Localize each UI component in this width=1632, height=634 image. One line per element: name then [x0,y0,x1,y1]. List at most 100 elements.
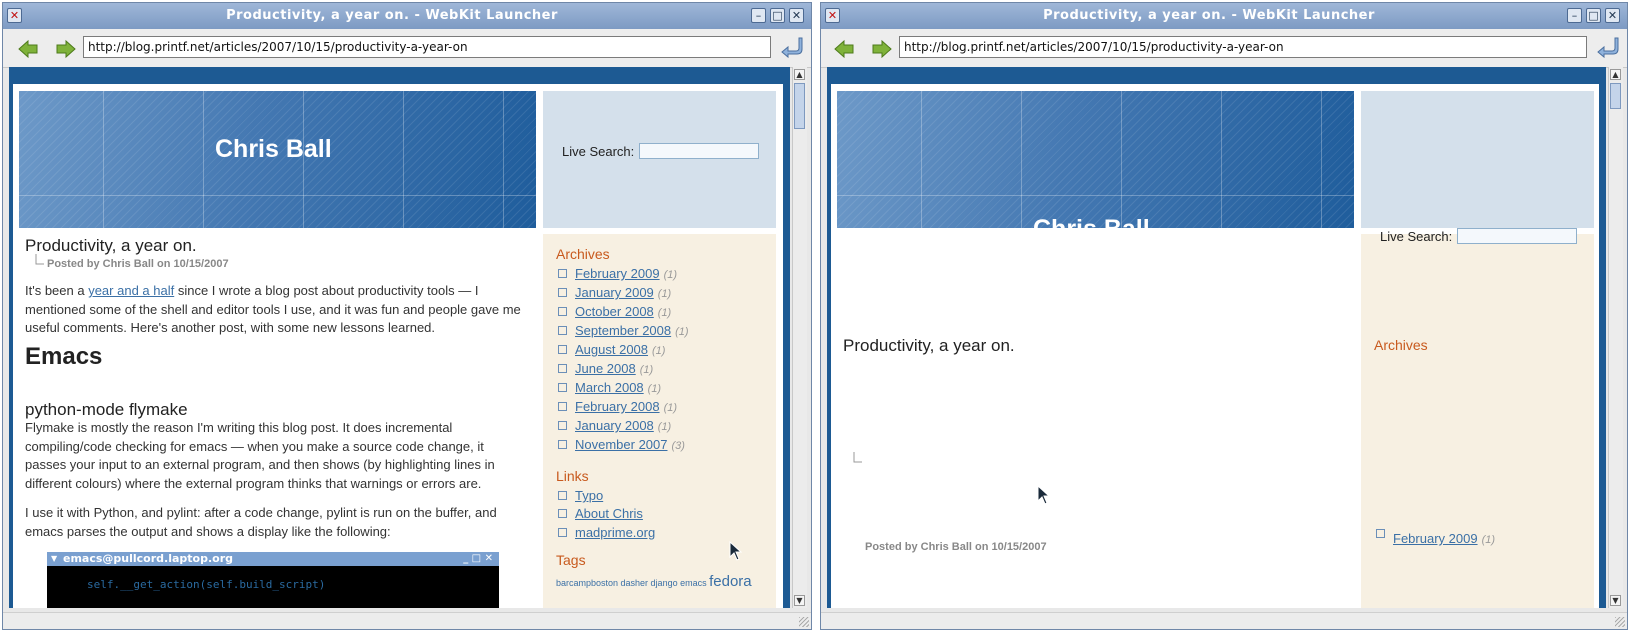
search-panel [1361,91,1594,228]
title-bar[interactable]: ✕ Productivity, a year on. - WebKit Laun… [3,3,811,29]
back-arrow-icon[interactable] [17,39,39,59]
archives-heading: Archives [556,246,610,262]
status-bar [821,612,1627,629]
url-input[interactable]: http://blog.printf.net/articles/2007/10/… [83,36,771,58]
archive-item[interactable]: November 2007 (3) [558,437,685,452]
resize-grip-icon[interactable] [799,617,809,627]
emacs-menu-icon: ▼ [51,554,58,563]
scroll-up-icon[interactable]: ▲ [1610,69,1621,80]
bullet-icon [558,288,567,298]
link-item[interactable]: madprime.org [558,525,655,540]
close-window-icon[interactable]: ✕ [789,8,804,23]
bullet-icon [558,528,567,538]
heading-emacs: Emacs [25,343,103,370]
page-body: Chris Ball Live Search: Productivity, a … [13,84,783,608]
archive-item[interactable]: February 2008 (1) [558,399,677,414]
mouse-cursor-icon [729,541,743,561]
flymake-paragraph: Flymake is mostly the reason I'm writing… [25,420,495,491]
link-item[interactable]: Typo [558,488,603,503]
posted-by: Posted by Chris Ball on 10/15/2007 [47,258,229,270]
resize-grip-icon[interactable] [1615,617,1625,627]
web-viewport[interactable]: Chris Ball Live Search: Productivity, a … [9,67,790,608]
live-search-input[interactable] [1457,228,1577,244]
bullet-icon [558,383,567,393]
go-enter-icon[interactable] [779,35,805,59]
archive-item[interactable]: January 2009 (1) [558,285,671,300]
emacs-title: emacs@pullcord.laptop.org [63,552,234,565]
archive-item[interactable]: February 2009 (1) [1376,529,1495,546]
close-icon[interactable]: ✕ [825,8,840,23]
scroll-thumb[interactable] [1610,83,1621,109]
posted-corner-icon [853,452,862,463]
toolbar: http://blog.printf.net/articles/2007/10/… [821,29,1627,68]
bullet-icon [1376,529,1385,539]
window-title: Productivity, a year on. - WebKit Launch… [1043,8,1375,23]
bullet-icon [558,421,567,431]
tag-fedora[interactable]: fedora [709,573,752,590]
archive-item[interactable]: September 2008 (1) [558,323,689,338]
minimize-icon[interactable]: – [751,8,766,23]
post-title[interactable]: Productivity, a year on. [843,336,1015,356]
intro-text-pre: It's been a [25,283,89,298]
tag-cloud[interactable]: barcampboston dasher django emacs fedora [556,573,752,590]
go-enter-icon[interactable] [1595,35,1621,59]
scroll-down-icon[interactable]: ▼ [794,595,805,606]
page-body: Chris Ball Live Search: Archives Februar… [831,84,1599,608]
forward-arrow-icon[interactable] [55,39,77,59]
mouse-cursor-icon [1037,485,1051,505]
heading-flymake: python-mode flymake [25,400,188,419]
bullet-icon [558,307,567,317]
scroll-down-icon[interactable]: ▼ [1610,595,1621,606]
scroll-thumb[interactable] [794,83,805,129]
search-panel: Live Search: [543,91,776,228]
maximize-icon[interactable]: □ [770,8,785,23]
toolbar: http://blog.printf.net/articles/2007/10/… [3,29,811,68]
bullet-icon [558,364,567,374]
blog-title[interactable]: Chris Ball [1033,215,1150,228]
links-heading: Links [556,468,589,484]
bullet-icon [558,345,567,355]
year-and-a-half-link[interactable]: year and a half [88,283,174,298]
bullet-icon [558,326,567,336]
close-window-icon[interactable]: ✕ [1605,8,1620,23]
emacs-title-bar: ▼ emacs@pullcord.laptop.org _ □ ✕ [47,552,499,566]
live-search-input[interactable] [639,143,759,159]
emacs-screenshot: ▼ emacs@pullcord.laptop.org _ □ ✕ self._… [47,552,499,608]
vertical-scrollbar[interactable]: ▲ ▼ [792,67,807,608]
blog-title[interactable]: Chris Ball [215,135,332,164]
bullet-icon [558,491,567,501]
blog-header: Chris Ball [19,91,536,228]
post-title[interactable]: Productivity, a year on. [25,236,197,256]
archive-item[interactable]: January 2008 (1) [558,418,671,433]
archive-item[interactable]: February 2009 (1) [558,266,677,281]
vertical-scrollbar[interactable]: ▲ ▼ [1608,67,1623,608]
bullet-icon [558,269,567,279]
archive-item[interactable]: June 2008 (1) [558,361,653,376]
emacs-controls-icon: _ □ ✕ [463,553,493,564]
forward-arrow-icon[interactable] [871,39,893,59]
blog-header: Chris Ball [837,91,1354,228]
web-viewport[interactable]: Chris Ball Live Search: Archives Februar… [827,67,1606,608]
scroll-up-icon[interactable]: ▲ [794,69,805,80]
link-item[interactable]: About Chris [558,506,643,521]
bullet-icon [558,440,567,450]
archives-heading: Archives [1374,337,1428,353]
back-arrow-icon[interactable] [833,39,855,59]
archive-item[interactable]: August 2008 (1) [558,342,665,357]
live-search-label: Live Search: [562,144,635,159]
bullet-icon [558,509,567,519]
browser-window-left: ✕ Productivity, a year on. - WebKit Laun… [2,2,812,630]
close-icon[interactable]: ✕ [7,8,22,23]
maximize-icon[interactable]: □ [1586,8,1601,23]
live-search-label: Live Search: [1380,229,1453,244]
intro-paragraph: It's been a year and a half since I wrot… [25,282,521,338]
url-input[interactable]: http://blog.printf.net/articles/2007/10/… [899,36,1587,58]
posted-corner-icon [35,254,44,265]
archive-item[interactable]: October 2008 (1) [558,304,671,319]
minimize-icon[interactable]: – [1567,8,1582,23]
posted-by: Posted by Chris Ball on 10/15/2007 [865,541,1047,553]
archive-item[interactable]: March 2008 (1) [558,380,661,395]
sidebar: Live Search: Archives February 2009 (1) [1361,228,1594,608]
tag-small-list[interactable]: barcampboston dasher django emacs [556,578,709,588]
title-bar[interactable]: ✕ Productivity, a year on. - WebKit Laun… [821,3,1627,29]
